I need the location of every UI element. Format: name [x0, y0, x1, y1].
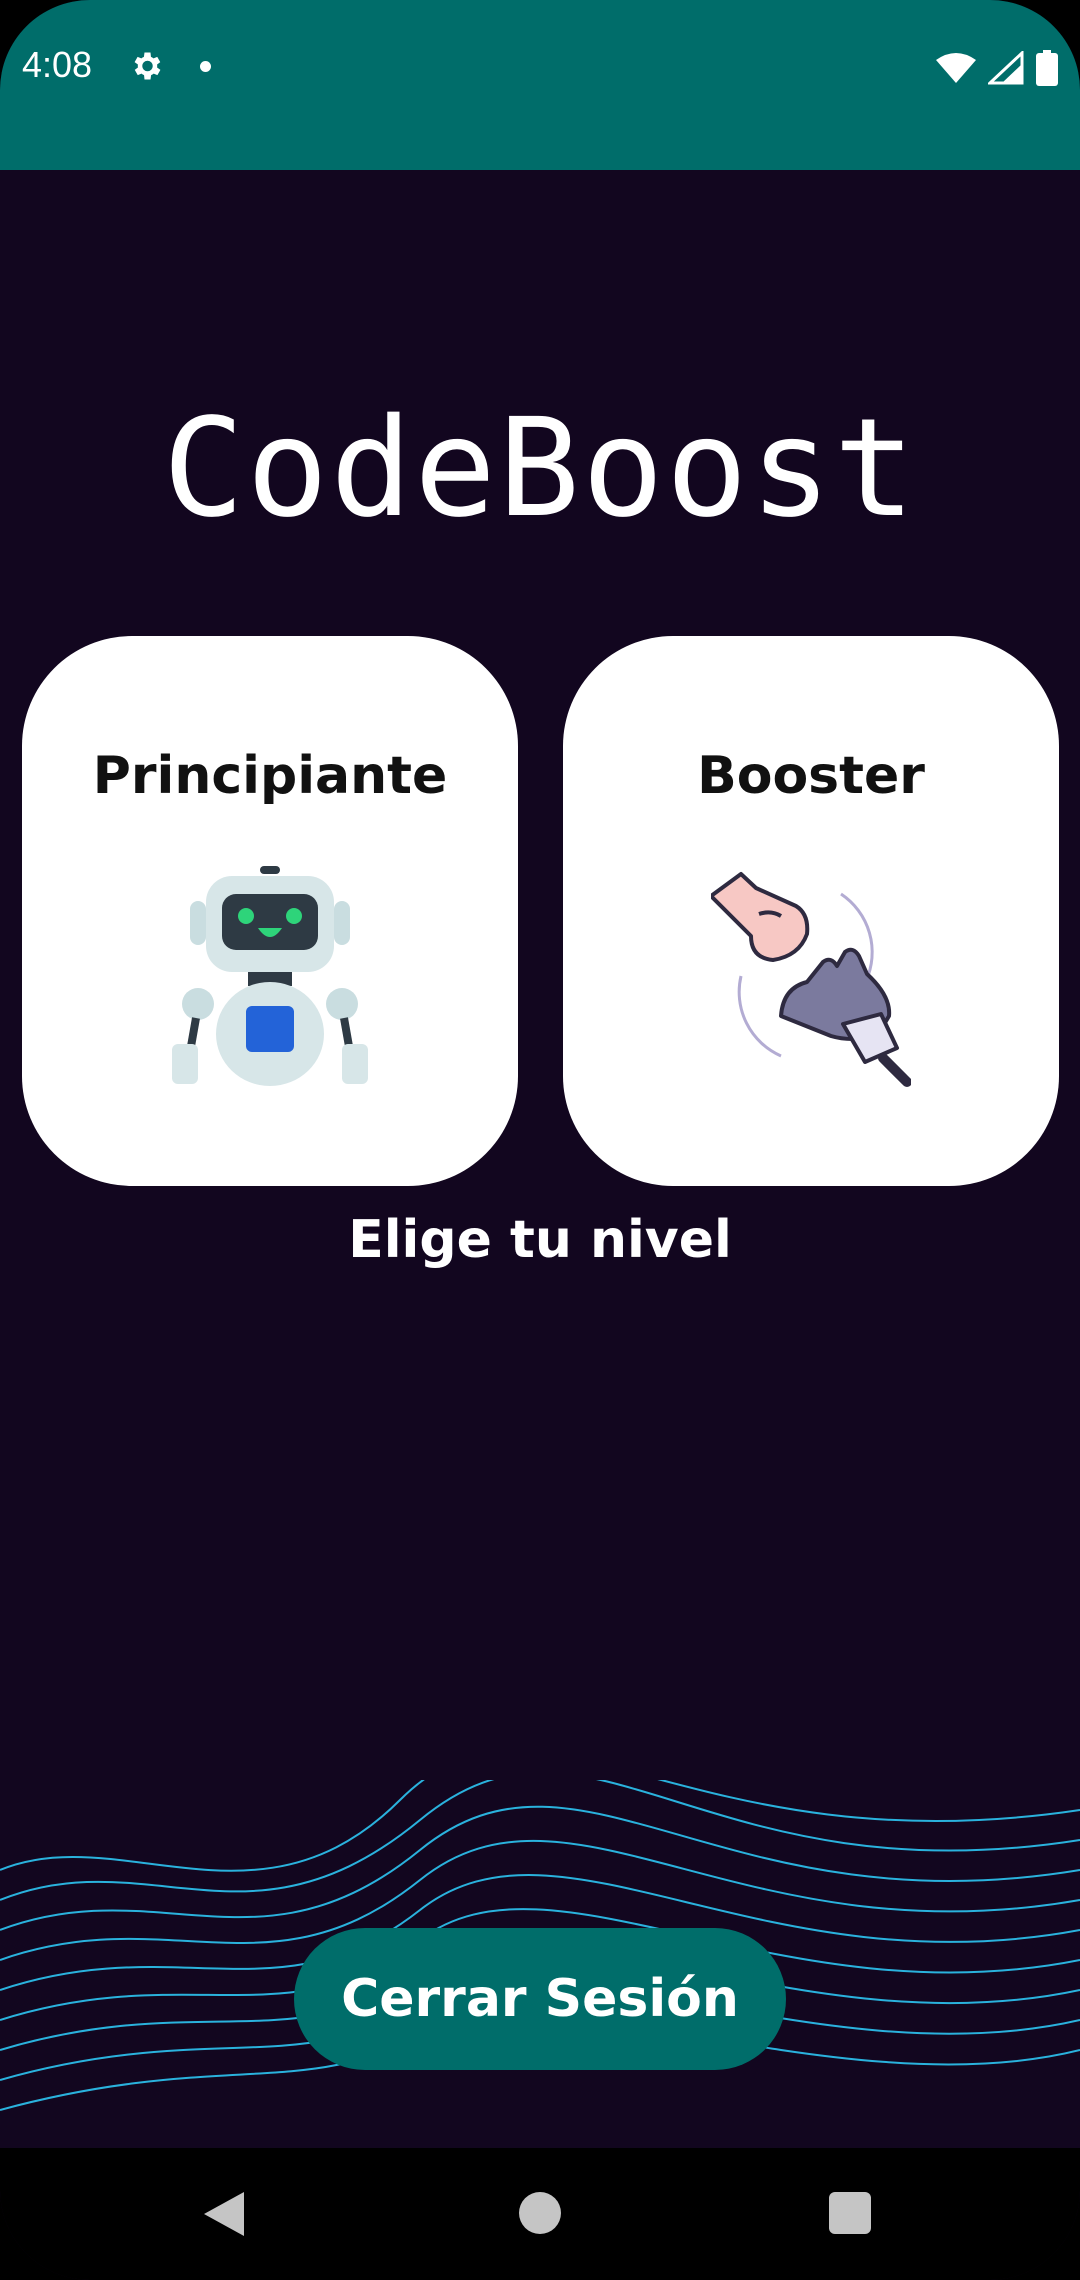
home-icon[interactable] — [519, 2192, 561, 2234]
navigation-bar — [0, 2148, 1080, 2280]
level-card-principiante[interactable]: Principiante — [22, 636, 518, 1186]
recent-apps-icon[interactable] — [829, 2192, 871, 2234]
app-title: CodeBoost — [162, 390, 918, 548]
logout-button[interactable]: Cerrar Sesión — [294, 1928, 786, 2070]
status-time: 4:08 — [22, 44, 93, 85]
gear-icon — [134, 52, 161, 80]
level-card-booster[interactable]: Booster — [563, 636, 1059, 1186]
choose-level-text: Elige tu nivel — [348, 1210, 732, 1270]
back-icon[interactable] — [202, 2190, 246, 2238]
status-bar: 4:08 — [0, 0, 1080, 170]
cell-signal-icon — [988, 51, 1024, 85]
phone-screen: 4:08 CodeBoost Principiante Booster Elig… — [0, 0, 1080, 2280]
battery-icon — [1036, 50, 1058, 86]
level-label-booster: Booster — [697, 746, 925, 806]
human-robot-hands-icon — [711, 872, 911, 1087]
robot-icon — [172, 866, 368, 1086]
wifi-icon — [936, 53, 976, 83]
notification-dot-icon — [200, 61, 211, 72]
level-label-principiante: Principiante — [92, 746, 448, 806]
